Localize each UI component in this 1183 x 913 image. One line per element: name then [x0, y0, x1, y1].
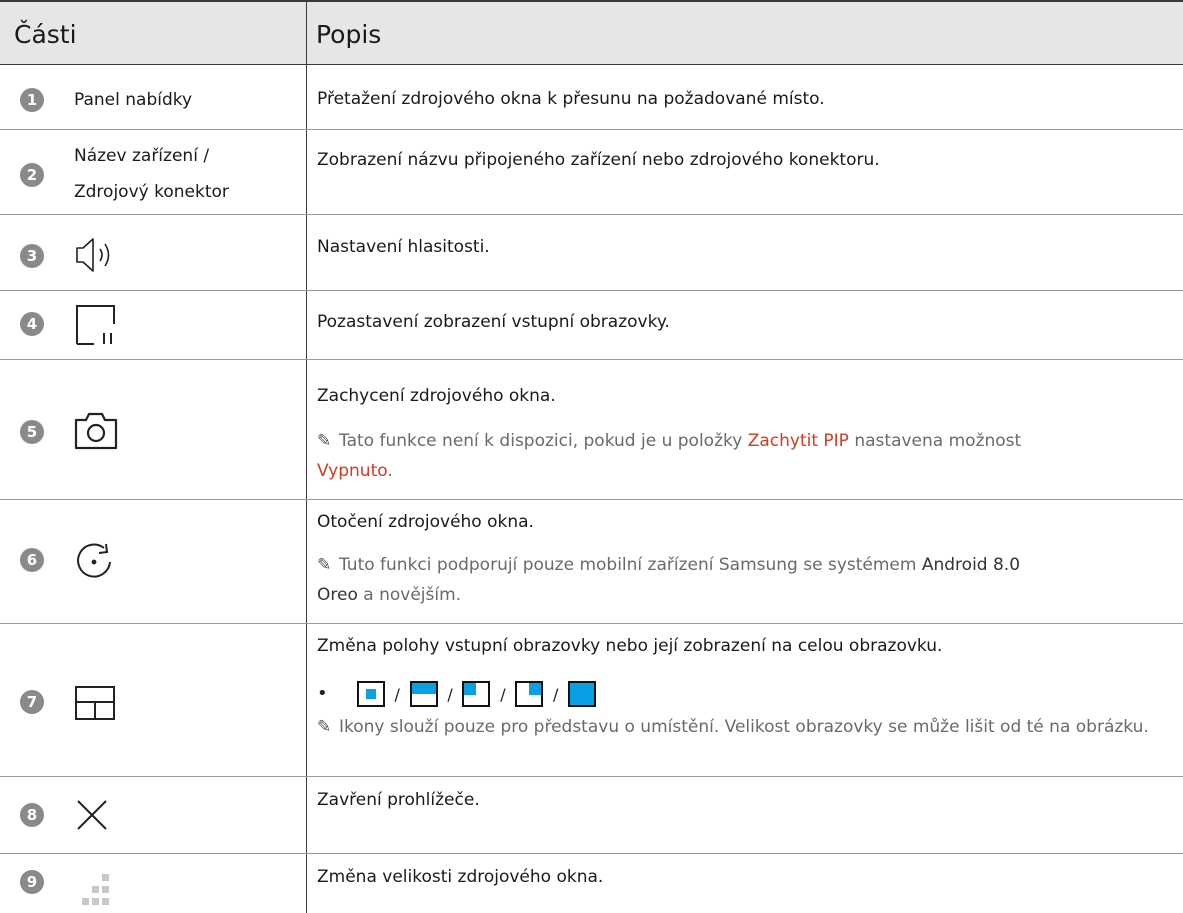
row-divider: [0, 129, 1183, 130]
desc-menu-bar: Přetažení zdrojového okna k přesunu na p…: [317, 89, 825, 109]
desc-capture: Zachycení zdrojového okna.: [317, 386, 556, 406]
row-divider: [0, 499, 1183, 500]
step-number-5: 5: [20, 420, 44, 444]
note-layout: ✎ Ikony slouží pouze pro představu o umís…: [317, 712, 1167, 742]
step-number-6: 6: [20, 548, 44, 572]
desc-device-name: Zobrazení názvu připojeného zařízení neb…: [317, 150, 880, 170]
setting-capture-pip: Zachytit PIP: [747, 431, 849, 451]
layout-center-icon: [356, 681, 385, 707]
desc-resize: Změna velikosti zdrojového okna.: [317, 867, 604, 887]
step-number-4: 4: [20, 312, 44, 336]
layout-full-icon: [568, 681, 597, 707]
column-separator: [306, 65, 307, 913]
desc-close: Zavření prohlížeče.: [317, 790, 480, 810]
desc-volume: Nastavení hlasitosti.: [317, 237, 490, 257]
note-pencil-icon: ✎: [317, 717, 332, 737]
rotate-icon: [77, 543, 111, 578]
header-bottom-rule: [0, 64, 1183, 65]
camera-icon: [74, 412, 118, 450]
layout-icon: [75, 686, 115, 720]
pause-screen-icon: [76, 305, 115, 345]
resize-grip-icon: [82, 874, 109, 905]
desc-layout: Změna polohy vstupní obrazovky nebo její…: [317, 636, 943, 656]
row-divider: [0, 853, 1183, 854]
header-description: Popis: [316, 20, 382, 49]
row-divider: [0, 776, 1183, 777]
part-device-name-line1: Název zařízení /: [74, 146, 210, 166]
desc-rotate: Otočení zdrojového okna.: [317, 512, 534, 532]
close-icon: [77, 800, 107, 830]
desc-pause: Pozastavení zobrazení vstupní obrazovky.: [317, 312, 670, 332]
bullet: •: [317, 683, 328, 704]
volume-icon: [76, 238, 110, 272]
step-number-3: 3: [20, 244, 44, 268]
table-header: [0, 2, 1183, 64]
row-divider: [0, 290, 1183, 291]
layout-top-left-icon: [462, 681, 491, 707]
row-divider: [0, 623, 1183, 624]
note-pencil-icon: ✎: [317, 431, 332, 451]
step-number-7: 7: [20, 690, 44, 714]
note-rotate: ✎ Tuto funkci podporují pouze mobilní zař…: [317, 550, 1167, 610]
step-number-9: 9: [20, 870, 44, 894]
header-parts: Části: [14, 20, 77, 49]
layout-top-icon: [409, 681, 438, 707]
note-capture: ✎ Tato funkce není k dispozici, pokud je …: [317, 426, 1167, 486]
step-number-8: 8: [20, 803, 44, 827]
layout-top-right-icon: [515, 681, 544, 707]
header-separator: [306, 2, 307, 64]
part-device-name-line2: Zdrojový konektor: [74, 182, 229, 202]
setting-off: Vypnuto: [317, 461, 388, 481]
row-divider: [0, 214, 1183, 215]
row-divider: [0, 359, 1183, 360]
note-pencil-icon: ✎: [317, 555, 332, 575]
layout-options: • / / / /: [317, 681, 597, 707]
step-number-1: 1: [20, 88, 44, 112]
part-menu-bar: Panel nabídky: [74, 90, 193, 110]
step-number-2: 2: [20, 163, 44, 187]
